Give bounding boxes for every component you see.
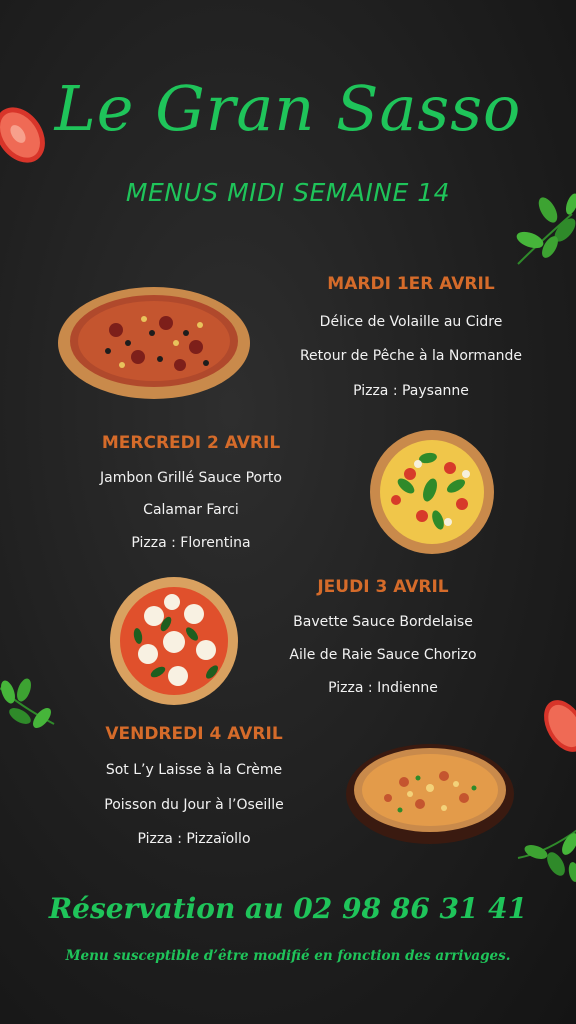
dish-item: Poisson du Jour à l’Oseille (104, 797, 284, 813)
pizza-image (346, 744, 514, 844)
dish-item: Pizza : Pizzaïollo (137, 831, 251, 847)
pizza-image (370, 430, 494, 554)
page-subtitle: MENUS MIDI SEMAINE 14 (125, 178, 451, 207)
pizza-image (58, 287, 250, 399)
basil-leaves-icon (0, 678, 55, 728)
pizza-image (110, 577, 238, 705)
dish-item: Aile de Raie Sauce Chorizo (289, 647, 477, 663)
page-title: Le Gran Sasso (54, 72, 522, 145)
dish-item: Pizza : Indienne (328, 680, 438, 696)
dish-item: Sot L’y Laisse à la Crème (105, 762, 283, 778)
dish-item: Délice de Volaille au Cidre (319, 314, 503, 330)
menu-disclaimer: Menu susceptible d’être modifié en fonct… (65, 948, 511, 964)
dish-item: Pizza : Florentina (131, 535, 251, 551)
day-heading: MARDI 1ER AVRIL (327, 274, 495, 294)
dish-item: Calamar Farci (143, 502, 239, 518)
tomato-slice-icon (544, 700, 576, 752)
dish-item: Bavette Sauce Bordelaise (293, 614, 473, 630)
day-heading: MERCREDI 2 AVRIL (101, 433, 281, 453)
reservation-phone: Réservation au 02 98 86 31 41 (48, 892, 528, 925)
basil-leaves-icon (517, 829, 576, 882)
day-heading: VENDREDI 4 AVRIL (105, 724, 283, 744)
dish-item: Pizza : Paysanne (353, 383, 469, 399)
dish-item: Jambon Grillé Sauce Porto (100, 470, 282, 486)
day-heading: JEUDI 3 AVRIL (317, 577, 449, 597)
dish-item: Retour de Pêche à la Normande (299, 348, 523, 364)
